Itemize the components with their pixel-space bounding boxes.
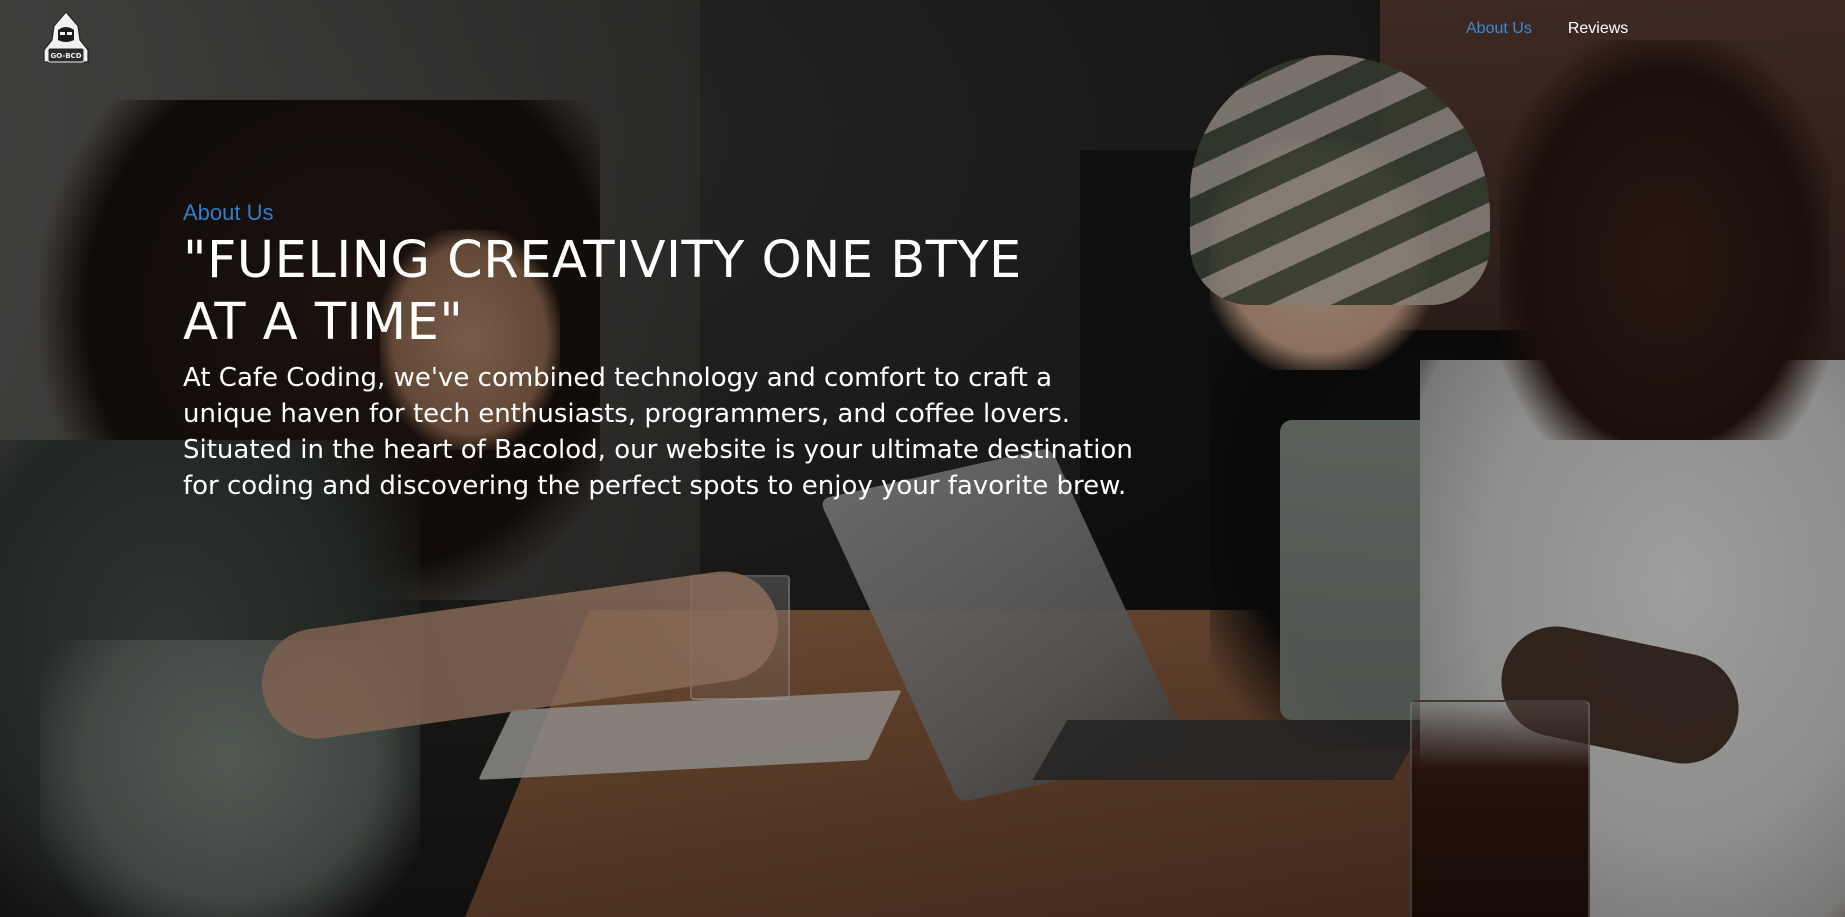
- hero-section: GO-BCD About Us Reviews About Us "FUELIN…: [0, 0, 1845, 917]
- section-label: About Us: [183, 200, 274, 225]
- hero-content: About Us "FUELING CREATIVITY ONE BTYE AT…: [183, 198, 1143, 504]
- hero-description: At Cafe Coding, we've combined technolog…: [183, 363, 1133, 501]
- hero-headline: "FUELING CREATIVITY ONE BTYE AT A TIME": [183, 231, 1022, 352]
- nav-link-about-us[interactable]: About Us: [1466, 18, 1532, 40]
- top-nav: About Us Reviews: [1466, 18, 1628, 40]
- hooded-hacker-icon: GO-BCD: [43, 11, 89, 63]
- nav-link-reviews[interactable]: Reviews: [1568, 18, 1628, 40]
- logo-text: GO-BCD: [50, 52, 81, 60]
- site-logo[interactable]: GO-BCD: [34, 10, 98, 68]
